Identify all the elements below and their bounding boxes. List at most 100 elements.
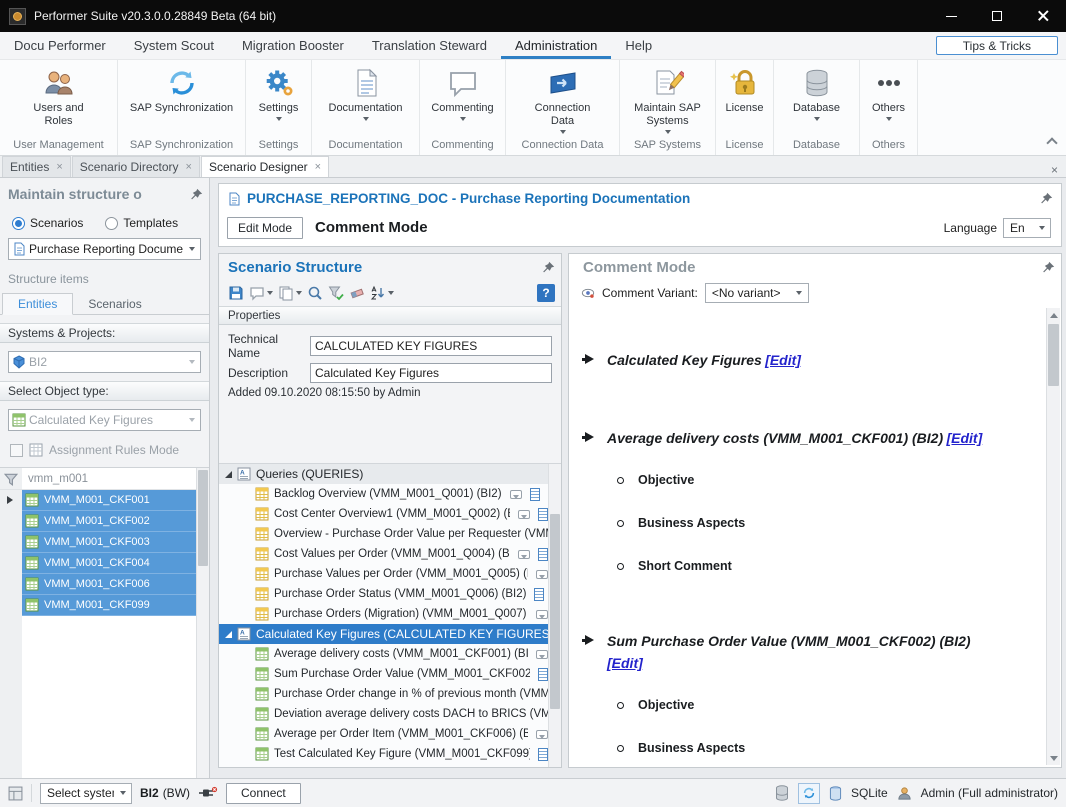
chevron-down-icon[interactable]	[183, 239, 200, 259]
system-combo[interactable]: BI2	[8, 351, 201, 373]
filter-row[interactable]: vmm_m001	[0, 468, 196, 490]
description-input[interactable]: Calculated Key Figures	[310, 363, 552, 383]
sap-synchronization-button[interactable]: SAP Synchronization	[118, 65, 245, 135]
pin-icon[interactable]	[190, 188, 203, 201]
language-combo[interactable]: En	[1003, 218, 1051, 238]
maximize-button[interactable]	[974, 0, 1020, 32]
tab-scenario-directory[interactable]: Scenario Directory	[72, 156, 200, 177]
users-and-roles-button[interactable]: Users and Roles	[0, 65, 117, 135]
maintain-sap-systems-button[interactable]: Maintain SAP Systems	[620, 65, 715, 135]
menu-translation-steward[interactable]: Translation Steward	[358, 32, 501, 59]
filter-value[interactable]: vmm_m001	[22, 473, 88, 485]
help-button[interactable]: ?	[537, 284, 555, 302]
tree-item-row[interactable]: Purchase Order Status (VMM_M001_Q006) (B…	[219, 584, 548, 604]
comment-scrollbar[interactable]	[1046, 308, 1060, 765]
tab-entities[interactable]: Entities	[2, 156, 71, 177]
object-type-combo[interactable]: Calculated Key Figures	[8, 409, 201, 431]
edit-link[interactable]: [Edit]	[946, 430, 982, 446]
menu-system-scout[interactable]: System Scout	[120, 32, 228, 59]
comment-button[interactable]	[248, 284, 274, 302]
save-button[interactable]	[227, 284, 245, 302]
expander-icon[interactable]	[225, 471, 232, 478]
document-indicator-icon[interactable]	[534, 588, 544, 601]
scroll-up-icon[interactable]	[1047, 308, 1060, 322]
tips-and-tricks-button[interactable]: Tips & Tricks	[936, 36, 1058, 55]
panel-grid-icon[interactable]	[8, 786, 23, 801]
comment-indicator-icon[interactable]	[536, 570, 548, 579]
document-indicator-icon[interactable]	[538, 748, 548, 761]
tree-item-row[interactable]: Cost Values per Order (VMM_M001_Q004) (B…	[219, 544, 548, 564]
tree-item-row[interactable]: Purchase Orders (Migration) (VMM_M001_Q0…	[219, 604, 548, 624]
list-item[interactable]: VMM_M001_CKF002	[22, 511, 196, 532]
list-item[interactable]: VMM_M001_CKF099	[22, 595, 196, 616]
edit-link[interactable]: [Edit]	[765, 352, 801, 368]
copy-button[interactable]	[277, 284, 303, 302]
tree-item-row[interactable]: Cost Center Overview1 (VMM_M001_Q002) (B…	[219, 504, 548, 524]
pin-icon[interactable]	[542, 261, 555, 274]
comment-indicator-icon[interactable]	[510, 490, 522, 499]
tree-group-row[interactable]: A Queries (QUERIES)	[219, 464, 548, 484]
menu-administration[interactable]: Administration	[501, 32, 611, 59]
zoom-button[interactable]	[306, 284, 324, 302]
tree-item-row[interactable]: Backlog Overview (VMM_M001_Q001) (BI2)	[219, 484, 548, 504]
menu-help[interactable]: Help	[611, 32, 666, 59]
scrollbar-thumb[interactable]	[550, 514, 560, 709]
others-button[interactable]: Others	[860, 65, 917, 135]
comment-indicator-icon[interactable]	[536, 610, 548, 619]
sort-button[interactable]	[369, 284, 395, 302]
list-scrollbar[interactable]	[196, 468, 209, 778]
database-button[interactable]: Database	[774, 65, 859, 135]
templates-radio[interactable]: Templates	[105, 216, 178, 230]
close-tab-icon[interactable]	[186, 162, 192, 173]
settings-button[interactable]: Settings	[246, 65, 311, 135]
scenarios-radio[interactable]: Scenarios	[12, 216, 83, 230]
documentation-button[interactable]: Documentation	[312, 65, 419, 135]
chevron-down-icon[interactable]	[791, 284, 808, 302]
commenting-button[interactable]: Commenting	[420, 65, 505, 135]
chevron-down-icon[interactable]	[183, 352, 200, 372]
close-tab-icon[interactable]	[315, 162, 321, 173]
select-system-combo[interactable]: Select system	[40, 783, 132, 804]
tree-item-row[interactable]: Sum Purchase Order Value (VMM_M001_CKF00…	[219, 664, 548, 684]
close-tabstrip-icon[interactable]	[1051, 163, 1058, 177]
menu-migration-booster[interactable]: Migration Booster	[228, 32, 358, 59]
list-item[interactable]: VMM_M001_CKF006	[22, 574, 196, 595]
edit-mode-button[interactable]: Edit Mode	[227, 217, 303, 239]
document-indicator-icon[interactable]	[538, 668, 548, 681]
chevron-down-icon[interactable]	[183, 410, 200, 430]
collapse-ribbon-icon[interactable]	[1046, 137, 1057, 148]
comment-indicator-icon[interactable]	[518, 510, 530, 519]
database-icon[interactable]	[775, 785, 789, 801]
document-indicator-icon[interactable]	[530, 488, 540, 501]
expander-icon[interactable]	[225, 631, 232, 638]
list-item[interactable]: VMM_M001_CKF004	[22, 553, 196, 574]
tab-scenario-designer[interactable]: Scenario Designer	[201, 156, 329, 177]
tree-group-row-selected[interactable]: A Calculated Key Figures (CALCULATED KEY…	[219, 624, 548, 644]
pin-icon[interactable]	[1042, 261, 1055, 274]
tree-item-row[interactable]: Purchase Values per Order (VMM_M001_Q005…	[219, 564, 548, 584]
scrollbar-thumb[interactable]	[198, 470, 208, 566]
pin-icon[interactable]	[1040, 192, 1053, 205]
comment-indicator-icon[interactable]	[518, 550, 530, 559]
chevron-down-icon[interactable]	[1033, 219, 1050, 237]
comment-indicator-icon[interactable]	[536, 730, 548, 739]
tree-item-row[interactable]: Average per Order Item (VMM_M001_CKF006)…	[219, 724, 548, 744]
minimize-button[interactable]	[928, 0, 974, 32]
menu-docu-performer[interactable]: Docu Performer	[0, 32, 120, 59]
scroll-down-icon[interactable]	[1047, 751, 1060, 765]
chevron-down-icon[interactable]	[114, 784, 131, 803]
list-item[interactable]: VMM_M001_CKF001	[22, 490, 196, 511]
connect-button[interactable]: Connect	[226, 783, 301, 804]
comment-variant-combo[interactable]: <No variant>	[705, 283, 809, 303]
tab-entities-left[interactable]: Entities	[2, 293, 73, 315]
tab-scenarios-left[interactable]: Scenarios	[73, 294, 156, 314]
tree-scrollbar[interactable]	[548, 464, 561, 767]
filter-button[interactable]	[327, 284, 345, 302]
tree-item-row[interactable]: Deviation average delivery costs DACH to…	[219, 704, 548, 724]
license-button[interactable]: License	[716, 65, 773, 135]
list-item[interactable]: VMM_M001_CKF003	[22, 532, 196, 553]
scrollbar-thumb[interactable]	[1048, 324, 1059, 386]
comment-indicator-icon[interactable]	[536, 650, 548, 659]
connection-data-button[interactable]: Connection Data	[506, 65, 619, 135]
tree-item-row[interactable]: Average delivery costs (VMM_M001_CKF001)…	[219, 644, 548, 664]
